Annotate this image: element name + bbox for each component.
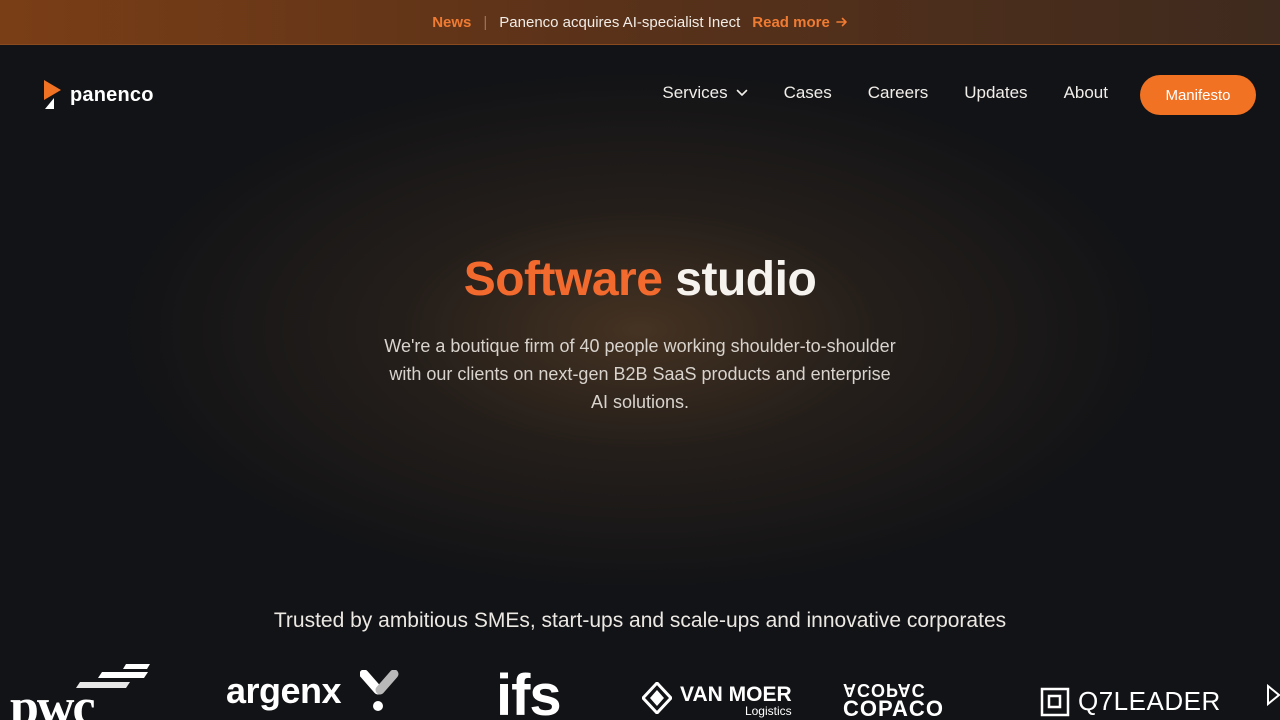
ifs-logo: ifs (496, 662, 562, 720)
vanmoer-logo: VAN MOER Logistics (642, 682, 792, 718)
nav-item-cases[interactable]: Cases (784, 83, 832, 103)
hero-subtitle: We're a boutique firm of 40 people worki… (384, 336, 896, 412)
client-logos-strip: pwc argenx ifs VAN MOER Logistics ACOPAC… (0, 660, 1280, 720)
read-more-label: Read more (752, 13, 830, 31)
nav-item-about[interactable]: About (1064, 83, 1108, 103)
carousel-next-icon[interactable] (1266, 684, 1280, 706)
vanmoer-wordmark: VAN MOER (680, 683, 792, 706)
argenx-wordmark: argenx (226, 670, 342, 711)
copaco-mirrored-wordmark: ACOPAC (843, 680, 926, 700)
logo-link[interactable]: panenco (44, 80, 154, 110)
nav-item-label: Services (662, 83, 728, 102)
pwc-wordmark: pwc (10, 679, 96, 720)
pwc-logo: pwc (10, 664, 150, 720)
arrow-right-icon (835, 17, 847, 27)
copaco-logo: ACOPAC COPACO (843, 680, 973, 720)
read-more-link[interactable]: Read more (752, 14, 848, 31)
vanmoer-mark-icon (642, 682, 672, 714)
logo-mark-icon (44, 80, 61, 109)
argenx-logo: argenx (226, 670, 399, 712)
announcement-message: Panenco acquires AI-specialist Inect (499, 13, 741, 31)
argenx-mark-icon (360, 670, 399, 711)
nav-item-services[interactable]: Services (662, 83, 747, 103)
q7leader-logo: Q7LEADER (1040, 686, 1221, 717)
news-tag: News (432, 13, 472, 31)
nav-menu: Services Cases Careers Updates About (626, 83, 1108, 103)
trusted-by-heading: Trusted by ambitious SMEs, start-ups and… (273, 609, 1007, 632)
chevron-down-icon (736, 89, 747, 96)
hero-title: Software studio (0, 252, 1280, 307)
announcement-separator: | (483, 13, 488, 31)
hero-title-rest: studio (675, 253, 817, 306)
announcement-bar: News | Panenco acquires AI-specialist In… (0, 0, 1280, 45)
logo-text: panenco (70, 83, 154, 106)
manifesto-button[interactable]: Manifesto (1140, 75, 1256, 115)
ifs-wordmark: ifs (496, 663, 562, 720)
q7leader-wordmark: Q7LEADER (1078, 686, 1221, 716)
page: News | Panenco acquires AI-specialist In… (0, 0, 1280, 720)
q7leader-mark-icon (1040, 687, 1070, 716)
nav-item-careers[interactable]: Careers (868, 83, 928, 103)
hero-title-accent: Software (463, 253, 663, 306)
vanmoer-subtitle: Logistics (744, 704, 792, 718)
main-nav: panenco Services Cases Careers Updates A… (0, 45, 1280, 145)
nav-item-updates[interactable]: Updates (964, 83, 1027, 103)
